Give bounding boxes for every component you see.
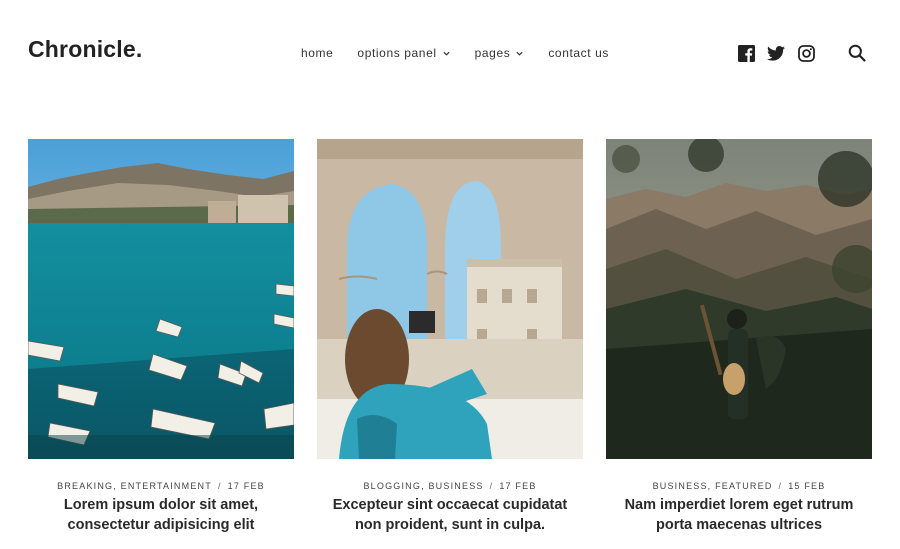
post-date: 15 Feb	[788, 481, 826, 491]
post-meta: Blogging, Business / 17 Feb	[317, 480, 583, 492]
site-logo[interactable]: Chronicle.	[28, 36, 142, 63]
post-card: Breaking, Entertainment / 17 Feb Lorem ips…	[28, 139, 294, 535]
nav-item-label: pages	[474, 46, 511, 60]
meta-separator: /	[217, 481, 222, 491]
post-categories[interactable]: Blogging, Business	[363, 481, 483, 491]
nav-item-options-panel[interactable]: options panel	[357, 46, 450, 60]
chevron-down-icon	[443, 51, 450, 56]
post-title[interactable]: Nam imperdiet lorem eget rutrum porta ma…	[606, 495, 872, 535]
nav-item-contact-us[interactable]: contact us	[548, 46, 609, 60]
facebook-icon[interactable]	[737, 44, 755, 62]
post-date: 17 Feb	[227, 481, 265, 491]
post-title[interactable]: Excepteur sint occaecat cupidatat non pr…	[317, 495, 583, 535]
meta-separator: /	[489, 481, 494, 491]
meta-separator: /	[778, 481, 783, 491]
main-nav: home options panel pages contact us	[301, 46, 633, 60]
twitter-icon[interactable]	[767, 44, 785, 62]
post-thumbnail-mountains[interactable]	[606, 139, 872, 459]
post-categories[interactable]: Breaking, Entertainment	[57, 481, 212, 491]
instagram-icon[interactable]	[797, 44, 815, 62]
chevron-down-icon	[516, 51, 523, 56]
nav-item-home[interactable]: home	[301, 46, 333, 60]
post-title[interactable]: Lorem ipsum dolor sit amet, consectetur …	[28, 495, 294, 535]
post-meta: Business, Featured / 15 Feb	[606, 480, 872, 492]
post-categories[interactable]: Business, Featured	[653, 481, 773, 491]
post-thumbnail-arches[interactable]	[317, 139, 583, 459]
nav-item-label: contact us	[548, 46, 610, 60]
nav-item-pages[interactable]: pages	[475, 46, 525, 60]
post-card: Blogging, Business / 17 Feb Excepteur sint…	[317, 139, 583, 535]
nav-item-label: options panel	[357, 46, 437, 60]
post-card: Business, Featured / 15 Feb Nam imperdiet …	[606, 139, 872, 535]
nav-item-label: home	[301, 46, 334, 60]
post-date: 17 Feb	[499, 481, 537, 491]
post-meta: Breaking, Entertainment / 17 Feb	[28, 480, 294, 492]
post-thumbnail-harbor[interactable]	[28, 139, 294, 459]
site-header: Chronicle. home options panel pages cont…	[0, 0, 900, 105]
search-icon[interactable]	[848, 44, 866, 62]
